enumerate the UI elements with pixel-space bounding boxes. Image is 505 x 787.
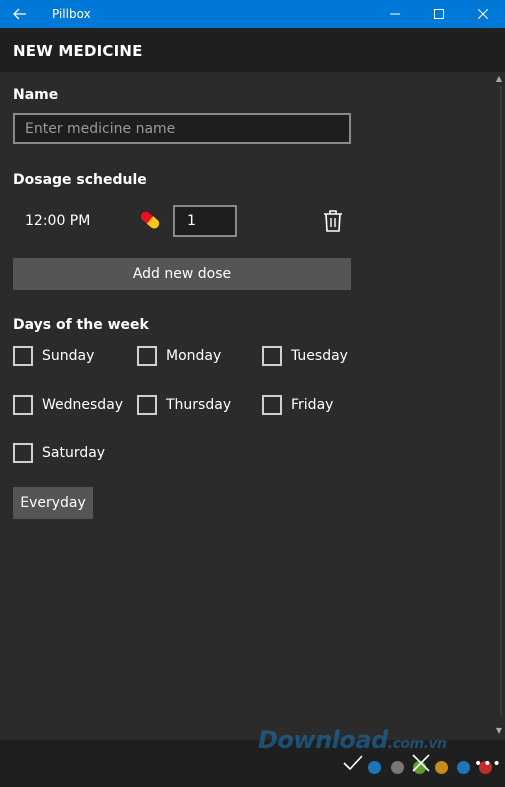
more-icon[interactable]: ••• xyxy=(474,756,502,772)
back-arrow-icon[interactable] xyxy=(0,0,40,28)
everyday-button[interactable]: Everyday xyxy=(13,487,93,519)
maximize-icon[interactable] xyxy=(417,0,461,28)
watermark-logo: Download.com.vn xyxy=(258,726,447,754)
day-label: Thursday xyxy=(166,397,232,413)
checkbox-box[interactable] xyxy=(137,346,157,366)
day-label: Monday xyxy=(166,348,222,364)
checkbox-tuesday[interactable]: Tuesday xyxy=(262,346,348,366)
medicine-name-input[interactable] xyxy=(13,113,351,144)
checkbox-box[interactable] xyxy=(262,346,282,366)
day-label: Sunday xyxy=(42,348,95,364)
checkmark-icon[interactable] xyxy=(343,754,363,772)
days-of-week-label: Days of the week xyxy=(13,317,149,333)
checkbox-wednesday[interactable]: Wednesday xyxy=(13,395,123,415)
checkbox-monday[interactable]: Monday xyxy=(137,346,221,366)
pill-icon xyxy=(136,206,164,234)
close-icon[interactable] xyxy=(412,754,430,772)
watermark-dot xyxy=(391,761,404,774)
checkbox-box[interactable] xyxy=(137,395,157,415)
checkbox-box[interactable] xyxy=(13,346,33,366)
checkbox-box[interactable] xyxy=(13,395,33,415)
watermark-dot xyxy=(368,761,381,774)
page-title: NEW MEDICINE xyxy=(13,42,143,60)
minimize-icon[interactable] xyxy=(373,0,417,28)
checkbox-friday[interactable]: Friday xyxy=(262,395,333,415)
scroll-down-icon[interactable]: ▼ xyxy=(496,726,502,735)
trash-icon[interactable] xyxy=(322,209,344,233)
checkbox-box[interactable] xyxy=(262,395,282,415)
watermark-suffix: .com.vn xyxy=(387,736,447,752)
checkbox-box[interactable] xyxy=(13,443,33,463)
watermark-text: Download xyxy=(258,726,388,754)
day-label: Wednesday xyxy=(42,397,124,413)
day-label: Saturday xyxy=(42,445,106,461)
checkbox-thursday[interactable]: Thursday xyxy=(137,395,231,415)
dosage-schedule-label: Dosage schedule xyxy=(13,172,147,188)
page-header: NEW MEDICINE xyxy=(0,28,505,72)
close-icon[interactable] xyxy=(461,0,505,28)
watermark-dot xyxy=(435,761,448,774)
dose-quantity-input[interactable] xyxy=(173,205,237,237)
checkbox-sunday[interactable]: Sunday xyxy=(13,346,94,366)
window-title: Pillbox xyxy=(52,7,91,21)
title-bar: Pillbox xyxy=(0,0,505,28)
watermark-dot xyxy=(457,761,470,774)
checkbox-saturday[interactable]: Saturday xyxy=(13,443,105,463)
day-label: Tuesday xyxy=(291,348,348,364)
add-new-dose-button[interactable]: Add new dose xyxy=(13,258,351,290)
dose-time[interactable]: 12:00 PM xyxy=(25,213,90,229)
scroll-up-icon[interactable]: ▲ xyxy=(496,74,502,83)
scrollbar[interactable] xyxy=(493,72,505,740)
scrollbar-track[interactable] xyxy=(500,86,502,716)
name-label: Name xyxy=(13,87,59,103)
day-label: Friday xyxy=(291,397,334,413)
